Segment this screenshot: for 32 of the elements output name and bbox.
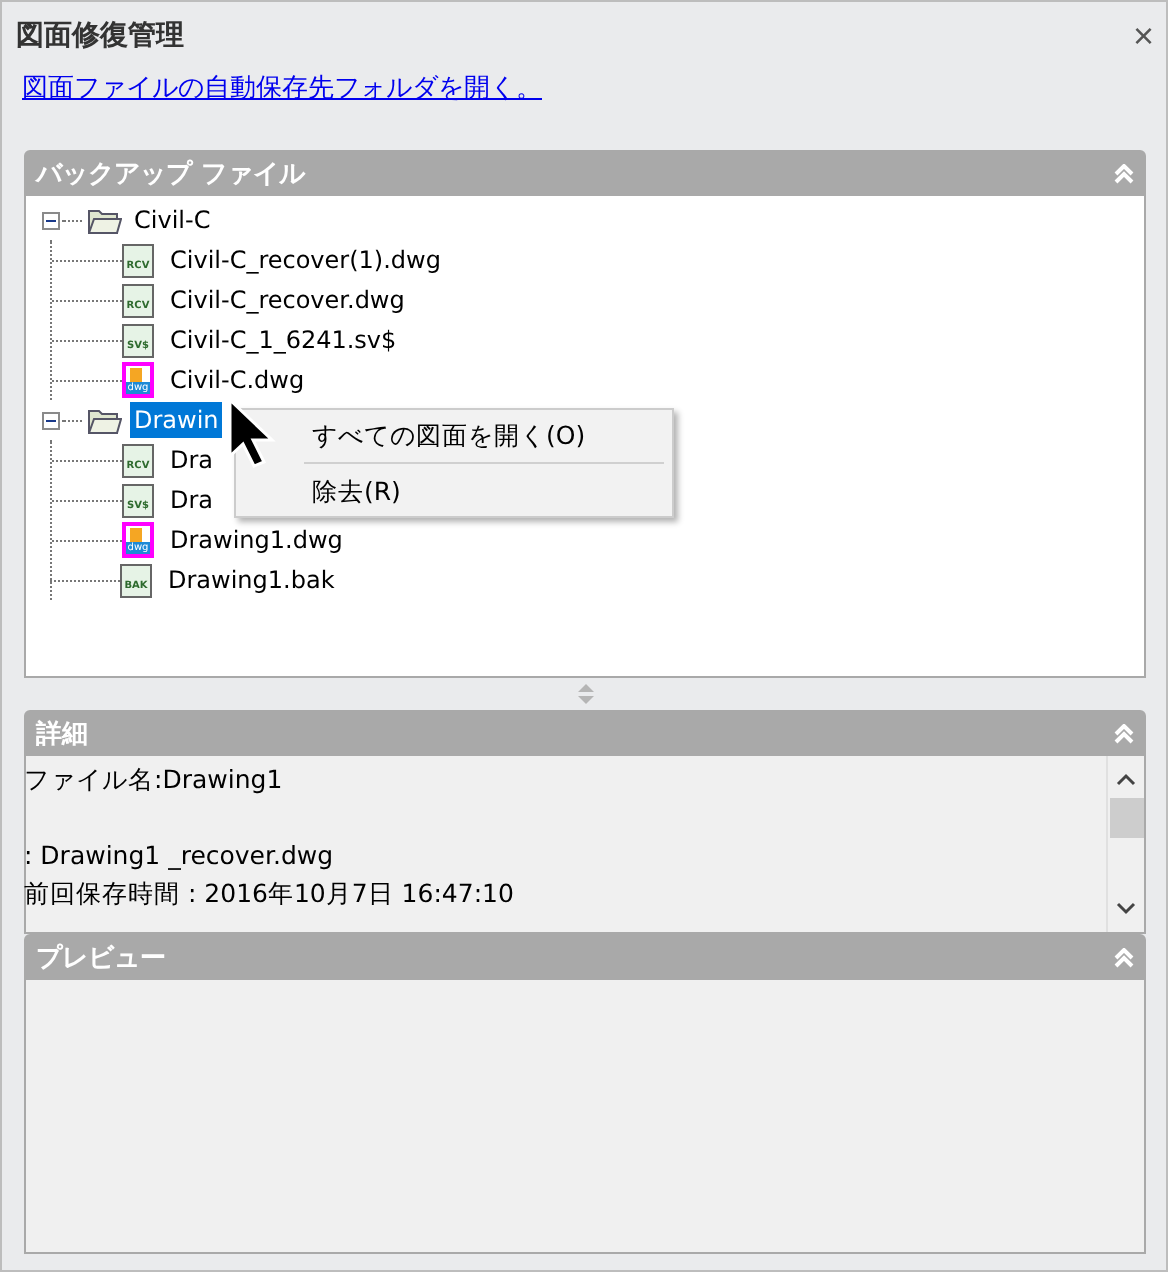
- folder-icon: [88, 407, 122, 433]
- scrollbar[interactable]: [1106, 756, 1144, 932]
- collapse-toggle[interactable]: [42, 211, 60, 229]
- tree-item[interactable]: Civil-C_recover.dwg: [166, 282, 409, 318]
- scroll-up-icon[interactable]: [1116, 772, 1136, 786]
- panel-title: プレビュー: [36, 941, 166, 976]
- close-button[interactable]: ×: [1132, 18, 1154, 54]
- panel-title: バックアップ ファイル: [36, 157, 306, 192]
- tree-item[interactable]: Drawin: [130, 402, 223, 438]
- menu-item[interactable]: 除去(R): [240, 470, 668, 512]
- collapse-icon[interactable]: [1114, 724, 1134, 744]
- folder-icon: [88, 207, 122, 233]
- splitter-grip[interactable]: [577, 684, 593, 704]
- collapse-icon[interactable]: [1114, 164, 1134, 184]
- panel-title: 詳細: [36, 718, 88, 752]
- collapse-icon[interactable]: [1114, 948, 1134, 968]
- folder-link[interactable]: 図面ファイルの自動保存先フォルダを開く。: [22, 70, 542, 106]
- tree-item[interactable]: Civil-C.dwg: [166, 362, 309, 398]
- detail-text: : Drawing1 _recover.dwg: [24, 838, 336, 874]
- window-title: 図面修復管理: [16, 18, 184, 54]
- tree-item[interactable]: Civil-C_1_6241.sv$: [166, 322, 401, 358]
- tree-item[interactable]: Dra: [166, 442, 218, 478]
- tree-item[interactable]: Civil-C_recover(1).dwg: [166, 242, 445, 278]
- collapse-toggle[interactable]: [42, 411, 60, 429]
- tree-item[interactable]: Drawing1.bak: [164, 562, 339, 598]
- scroll-down-icon[interactable]: [1116, 902, 1136, 916]
- scroll-thumb[interactable]: [1109, 798, 1143, 838]
- tree-item[interactable]: Civil-C: [130, 202, 215, 238]
- tree-item[interactable]: Drawing1.dwg: [166, 522, 347, 558]
- tree-item[interactable]: Dra: [166, 482, 218, 518]
- detail-text: ファイル名:Drawing1: [24, 762, 285, 798]
- detail-text: 前回保存時間 : 2016年10月7日 16:47:10: [24, 876, 516, 912]
